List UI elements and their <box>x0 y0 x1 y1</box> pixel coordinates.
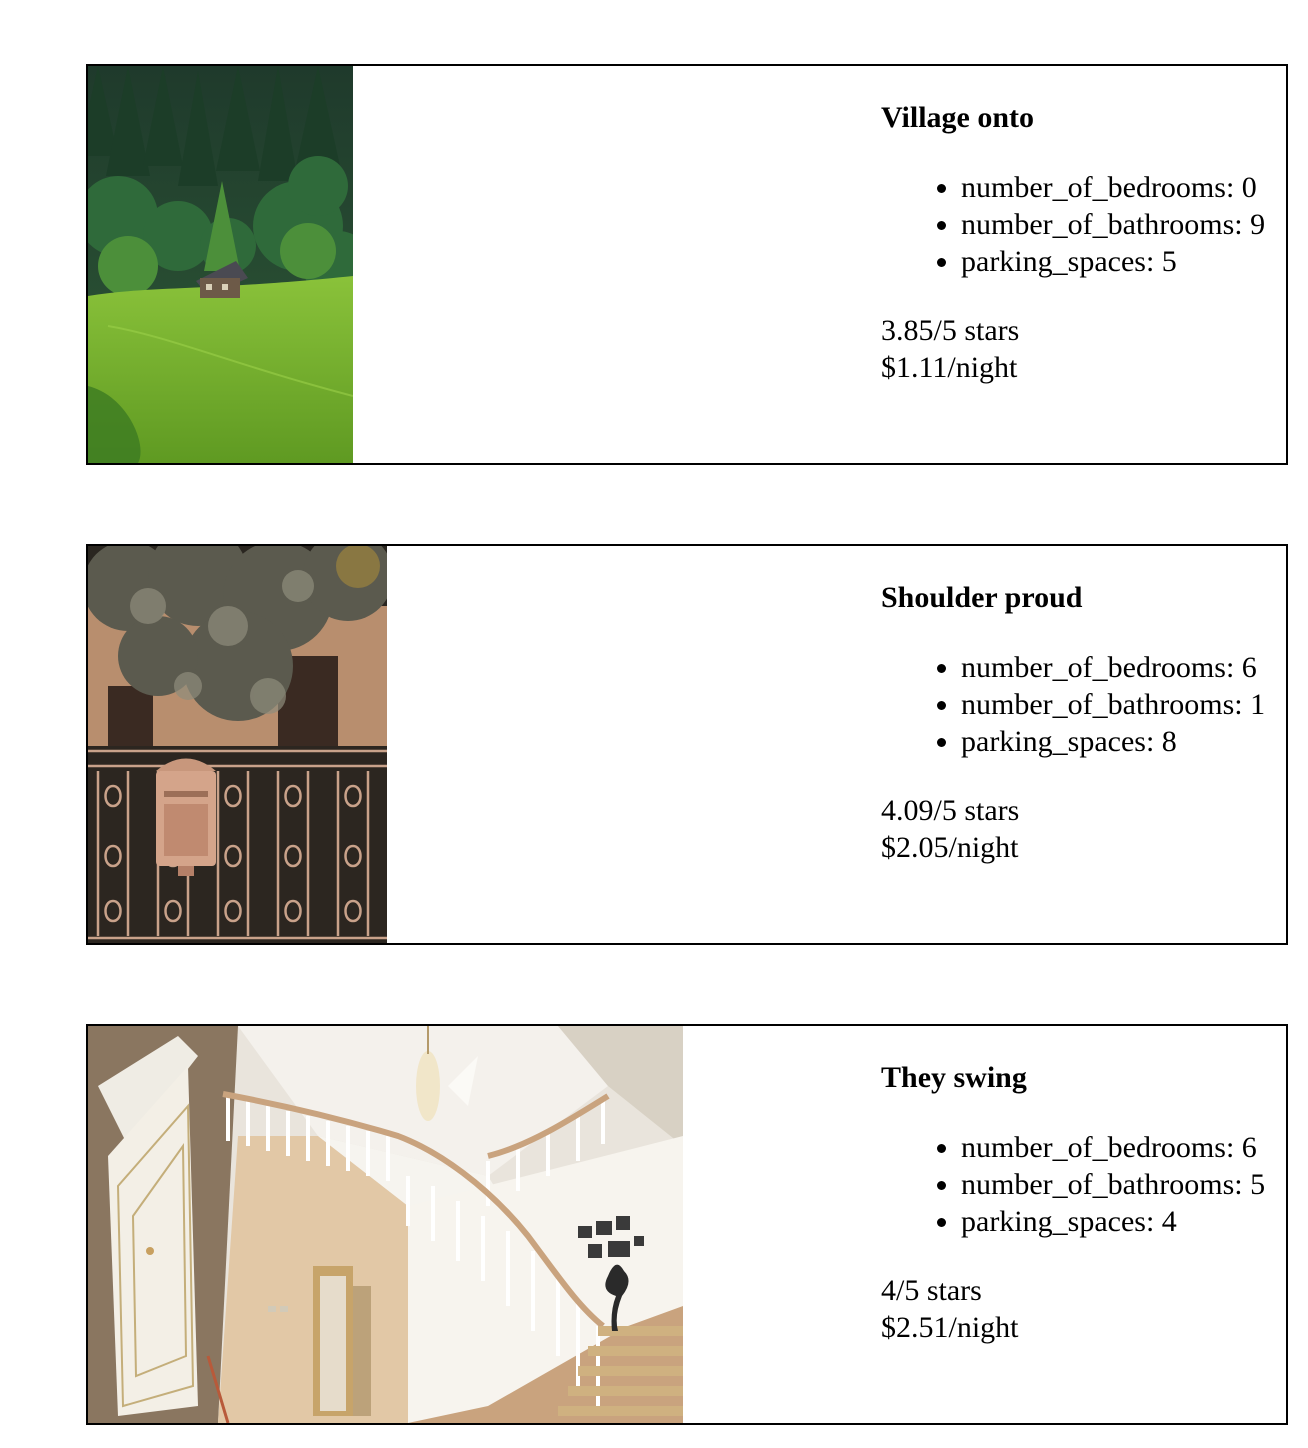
listing-photo-forest-cabin <box>88 66 353 463</box>
feature-value: 8 <box>1161 725 1177 758</box>
listing-price: $2.51/night <box>881 1311 1019 1344</box>
listing-rating: 3.85/5 stars <box>881 314 1020 347</box>
feature-value: 1 <box>1250 688 1266 721</box>
feature-list: number_of_bedrooms: 0 number_of_bathroom… <box>881 169 1265 280</box>
feature-bathrooms: number_of_bathrooms: 1 <box>961 686 1265 723</box>
feature-value: 4 <box>1161 1205 1177 1238</box>
listing-title: Shoulder proud <box>881 581 1083 614</box>
feature-value: 9 <box>1250 208 1266 241</box>
feature-label: number_of_bedrooms <box>961 171 1226 204</box>
listing-photo-gate-mailbox <box>88 546 387 943</box>
listing-price: $2.05/night <box>881 831 1019 864</box>
feature-value: 5 <box>1250 1168 1266 1201</box>
listing-photo-staircase-foyer <box>88 1026 683 1423</box>
feature-label: number_of_bedrooms <box>961 1131 1226 1164</box>
feature-bedrooms: number_of_bedrooms: 6 <box>961 1129 1265 1166</box>
feature-parking: parking_spaces: 8 <box>961 723 1265 760</box>
feature-label: number_of_bathrooms <box>961 688 1235 721</box>
feature-label: parking_spaces <box>961 1205 1146 1238</box>
feature-list: number_of_bedrooms: 6 number_of_bathroom… <box>881 649 1265 760</box>
feature-parking: parking_spaces: 4 <box>961 1203 1265 1240</box>
feature-label: parking_spaces <box>961 245 1146 278</box>
feature-list: number_of_bedrooms: 6 number_of_bathroom… <box>881 1129 1265 1240</box>
listing-card: Shoulder proud number_of_bedrooms: 6 num… <box>86 544 1288 945</box>
feature-bathrooms: number_of_bathrooms: 9 <box>961 206 1265 243</box>
feature-label: number_of_bedrooms <box>961 651 1226 684</box>
feature-bathrooms: number_of_bathrooms: 5 <box>961 1166 1265 1203</box>
feature-value: 5 <box>1161 245 1177 278</box>
feature-bedrooms: number_of_bedrooms: 0 <box>961 169 1265 206</box>
feature-value: 6 <box>1241 1131 1257 1164</box>
feature-label: number_of_bathrooms <box>961 1168 1235 1201</box>
listing-title: Village onto <box>881 101 1035 134</box>
feature-parking: parking_spaces: 5 <box>961 243 1265 280</box>
feature-value: 6 <box>1241 651 1257 684</box>
feature-label: number_of_bathrooms <box>961 208 1235 241</box>
listing-card: Village onto number_of_bedrooms: 0 numbe… <box>86 64 1288 465</box>
listing-title: They swing <box>881 1061 1027 1094</box>
listing-rating: 4/5 stars <box>881 1274 982 1307</box>
feature-label: parking_spaces <box>961 725 1146 758</box>
listing-card: They swing number_of_bedrooms: 6 number_… <box>86 1024 1288 1425</box>
listing-price: $1.11/night <box>881 351 1018 384</box>
listing-rating: 4.09/5 stars <box>881 794 1020 827</box>
feature-bedrooms: number_of_bedrooms: 6 <box>961 649 1265 686</box>
feature-value: 0 <box>1241 171 1257 204</box>
